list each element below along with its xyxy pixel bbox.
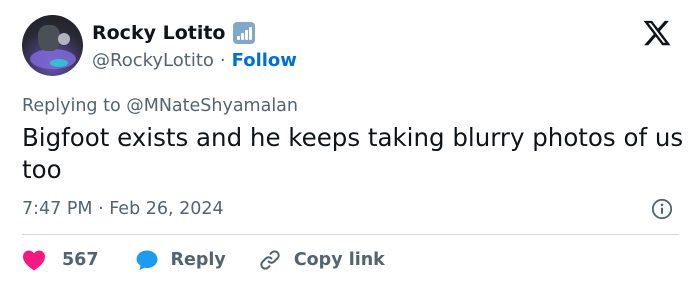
- signal-badge-icon: [233, 22, 256, 44]
- avatar[interactable]: [22, 15, 83, 76]
- copy-link-label: Copy link: [293, 250, 385, 270]
- timestamp[interactable]: 7:47 PM · Feb 26, 2024: [22, 197, 224, 221]
- author-handle[interactable]: @RockyLotito: [92, 50, 214, 71]
- info-icon[interactable]: [651, 198, 673, 220]
- reply-label: Reply: [170, 250, 226, 270]
- author-name-row: Rocky Lotito: [92, 20, 256, 46]
- heart-icon: [23, 250, 45, 271]
- author-handle-row: @RockyLotito · Follow: [92, 48, 297, 72]
- author-name[interactable]: Rocky Lotito: [92, 22, 225, 44]
- follow-button[interactable]: Follow: [232, 50, 297, 71]
- x-logo-icon[interactable]: [641, 18, 673, 48]
- link-icon: [260, 250, 280, 270]
- speech-bubble-icon: [136, 250, 158, 270]
- copy-link-button[interactable]: Copy link: [258, 248, 385, 272]
- separator-dot: ·: [219, 49, 226, 71]
- reply-button[interactable]: Reply: [135, 248, 226, 272]
- action-bar: 567 Reply Copy link: [22, 246, 385, 274]
- like-count: 567: [62, 250, 99, 270]
- divider: [22, 234, 679, 235]
- tweet-text: Bigfoot exists and he keeps taking blurr…: [22, 123, 684, 184]
- replying-to[interactable]: Replying to @MNateShyamalan: [22, 94, 298, 118]
- like-button[interactable]: 567: [22, 249, 99, 271]
